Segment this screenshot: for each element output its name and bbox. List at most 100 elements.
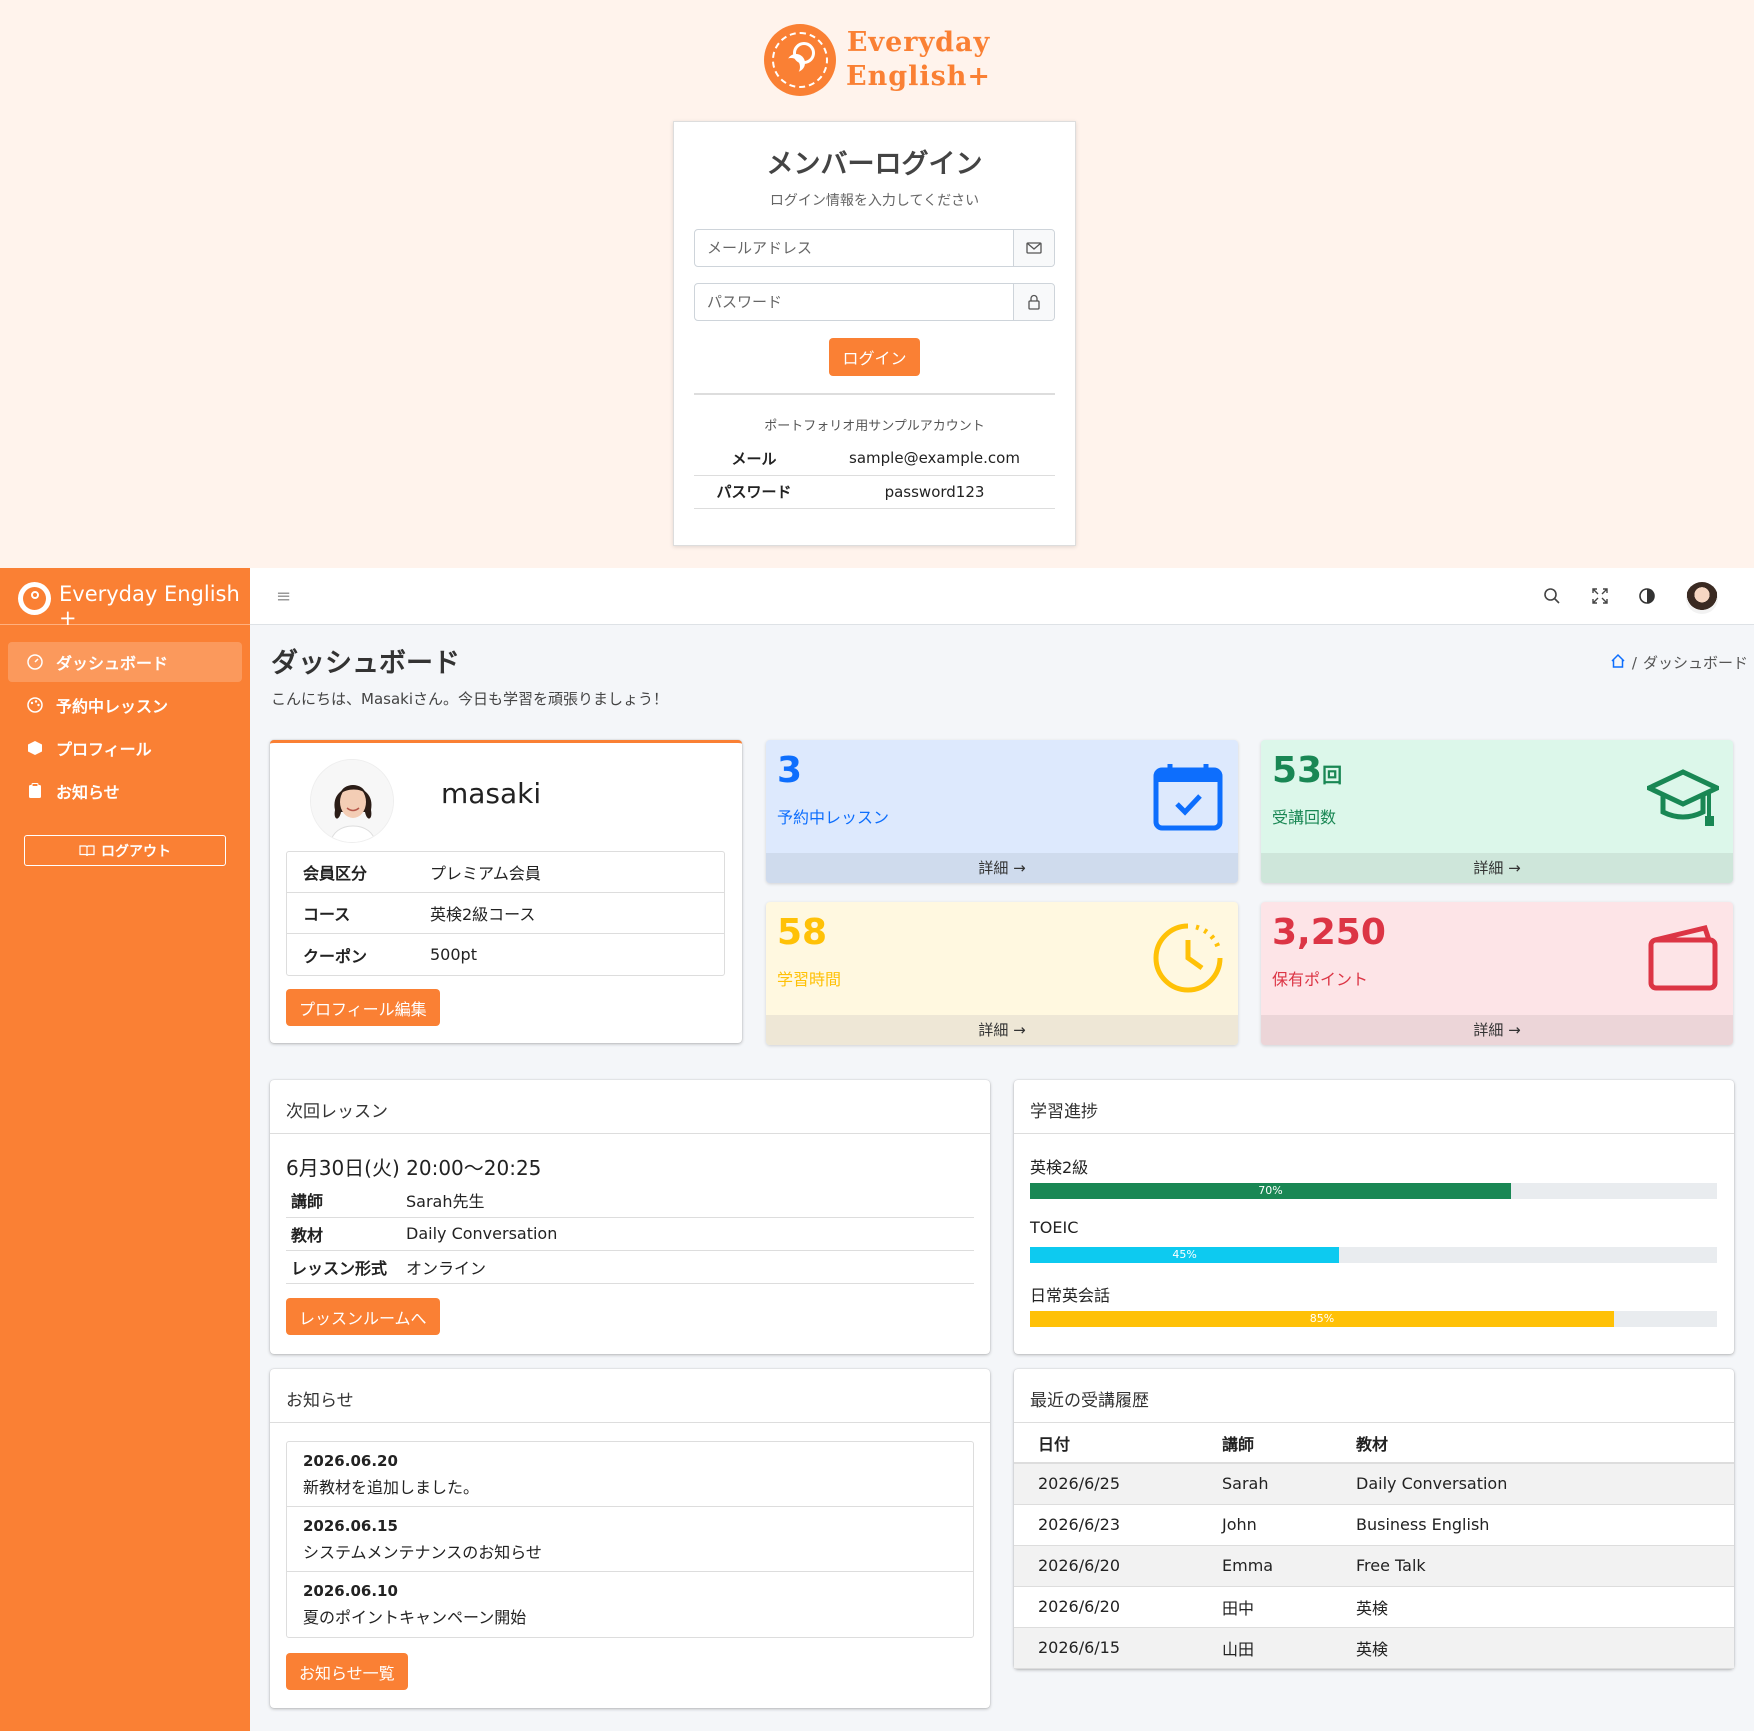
menu-toggle-icon[interactable]: ≡	[276, 586, 291, 607]
password-field-group	[694, 283, 1055, 321]
history-table: 日付 講師 教材 2026/6/25 Sarah Daily Conversatio…	[1014, 1423, 1734, 1669]
table-cell: 英検	[1356, 1586, 1734, 1628]
sample-account-label: ポートフォリオ用サンプルアカウント	[764, 419, 985, 434]
wallet-icon	[1647, 922, 1719, 994]
card-header: 学習進捗	[1014, 1080, 1734, 1134]
breadcrumb: / ダッシュボード	[1610, 652, 1748, 673]
logout-button[interactable]: ログアウト	[24, 835, 226, 866]
logo-line-1: Everyday	[846, 27, 991, 58]
search-icon[interactable]	[1540, 584, 1564, 608]
news-list-button[interactable]: お知らせ一覧	[286, 1653, 408, 1690]
lesson-value: オンライン	[406, 1250, 974, 1284]
progress-bar: 45%	[1030, 1247, 1717, 1263]
lesson-room-button[interactable]: レッスンルームへ	[286, 1298, 440, 1335]
clipboard-icon	[26, 782, 44, 800]
table-row: 2026/6/20 Emma Free Talk	[1014, 1545, 1734, 1587]
news-card: お知らせ 2026.06.20 新教材を追加しました。 2026.06.15 システ…	[270, 1369, 990, 1708]
brand-logo: Everyday English+	[764, 24, 994, 100]
user-avatar[interactable]	[1686, 582, 1718, 614]
profile-value: 500pt	[430, 945, 477, 964]
list-item: 会員区分 プレミアム会員	[287, 852, 724, 893]
table-cell: Daily Conversation	[1356, 1463, 1734, 1505]
card-header: 最近の受講履歴	[1014, 1369, 1734, 1423]
stat-detail-link[interactable]: 詳細 →	[766, 1015, 1238, 1045]
news-date: 2026.06.15	[303, 1517, 398, 1535]
table-cell: 2026/6/20	[1014, 1586, 1222, 1628]
table-row: レッスン形式 オンライン	[286, 1250, 974, 1284]
news-text: 夏のポイントキャンペーン開始	[303, 1608, 527, 1627]
history-card: 最近の受講履歴 日付 講師 教材 2026/6/25 Sarah Daily Con…	[1014, 1369, 1734, 1669]
news-date: 2026.06.10	[303, 1582, 398, 1600]
stat-label: 学習時間	[777, 970, 842, 989]
list-item: クーポン 500pt	[287, 934, 724, 975]
login-button[interactable]: ログイン	[829, 338, 920, 376]
stat-label: 受講回数	[1272, 808, 1337, 827]
lock-icon	[1013, 284, 1054, 320]
stat-detail-link[interactable]: 詳細 →	[766, 853, 1238, 883]
profile-name: masaki	[441, 777, 542, 810]
card-header: お知らせ	[270, 1369, 990, 1423]
password-input[interactable]	[695, 284, 1013, 320]
news-date: 2026.06.20	[303, 1452, 398, 1470]
sidebar-item-label: プロフィール	[56, 740, 152, 759]
table-cell: Business English	[1356, 1504, 1734, 1546]
list-item[interactable]: 2026.06.20 新教材を追加しました。	[287, 1442, 973, 1507]
progress-label: TOEIC	[1030, 1218, 1079, 1237]
logo-text: Everyday English+	[846, 26, 991, 94]
table-cell: 2026/6/23	[1014, 1504, 1222, 1546]
profile-avatar	[310, 759, 394, 843]
table-cell: Free Talk	[1356, 1545, 1734, 1587]
table-cell: 山田	[1222, 1627, 1356, 1669]
sidebar: Everyday English + ダッシュボード 予約中レッスン プロフィー…	[0, 568, 250, 1731]
login-card: メンバーログイン ログイン情報を入力してください ログイン ポートフォリオ用サン…	[673, 121, 1076, 546]
news-text: システムメンテナンスのお知らせ	[303, 1543, 542, 1562]
sidebar-nav: ダッシュボード 予約中レッスン プロフィール お知らせ	[8, 642, 242, 814]
fullscreen-icon[interactable]	[1588, 584, 1612, 608]
greeting-text: こんにちは、Masakiさん。今日も学習を頑張りましょう！	[271, 690, 668, 708]
progress-label: 日常英会話	[1030, 1286, 1111, 1305]
profile-card: masaki 会員区分 プレミアム会員 コース 英検2級コース クーポン 500…	[270, 740, 742, 1043]
profile-value: プレミアム会員	[430, 864, 541, 883]
sidebar-item-profile[interactable]: プロフィール	[8, 728, 242, 768]
sample-value: sample@example.com	[814, 442, 1055, 476]
list-item[interactable]: 2026.06.10 夏のポイントキャンペーン開始	[287, 1572, 973, 1637]
column-header: 講師	[1222, 1423, 1356, 1464]
table-row: 2026/6/15 山田 英検	[1014, 1627, 1734, 1669]
clock-icon	[1152, 922, 1224, 994]
sidebar-brand[interactable]: Everyday English +	[0, 568, 250, 630]
progress-bar: 85%	[1030, 1311, 1717, 1327]
stat-detail-link[interactable]: 詳細 →	[1261, 853, 1733, 883]
sidebar-item-news[interactable]: お知らせ	[8, 771, 242, 811]
sample-account-table: メール sample@example.com パスワード password123	[694, 442, 1055, 509]
breadcrumb-separator: /	[1631, 653, 1637, 672]
profile-key: コース	[303, 905, 351, 924]
progress-card: 学習進捗 英検2級 70% TOEIC 45% 日常英会話 85%	[1014, 1080, 1734, 1354]
list-item: コース 英検2級コース	[287, 893, 724, 934]
progress-fill: 85%	[1030, 1311, 1614, 1327]
list-item[interactable]: 2026.06.15 システムメンテナンスのお知らせ	[287, 1507, 973, 1572]
email-input[interactable]	[695, 230, 1013, 266]
lesson-value: Daily Conversation	[406, 1217, 974, 1251]
table-row: 教材 Daily Conversation	[286, 1217, 974, 1251]
graduation-cap-icon	[1643, 760, 1723, 832]
sidebar-item-reserved-lessons[interactable]: 予約中レッスン	[8, 685, 242, 725]
stat-value: 58	[777, 912, 828, 953]
table-cell: 2026/6/25	[1014, 1463, 1222, 1505]
home-icon[interactable]	[1610, 653, 1626, 673]
sidebar-item-dashboard[interactable]: ダッシュボード	[8, 642, 242, 682]
table-row: 講師 Sarah先生	[286, 1184, 974, 1218]
logo-emblem-icon	[764, 24, 836, 96]
breadcrumb-current: ダッシュボード	[1642, 654, 1748, 672]
login-subtitle: ログイン情報を入力してください	[769, 193, 980, 209]
profile-key: 会員区分	[303, 864, 368, 883]
table-cell: John	[1222, 1504, 1356, 1546]
edit-profile-button[interactable]: プロフィール編集	[286, 989, 440, 1026]
news-text: 新教材を追加しました。	[303, 1478, 480, 1497]
login-section: Everyday English+ メンバーログイン ログイン情報を入力してくだ…	[0, 0, 1754, 568]
envelope-icon	[1013, 230, 1054, 266]
theme-toggle-icon[interactable]	[1635, 584, 1659, 608]
page-title: ダッシュボード	[271, 648, 460, 679]
lesson-key: 講師	[286, 1184, 406, 1218]
stat-detail-link[interactable]: 詳細 →	[1261, 1015, 1733, 1045]
calendar-check-icon	[1152, 760, 1224, 832]
